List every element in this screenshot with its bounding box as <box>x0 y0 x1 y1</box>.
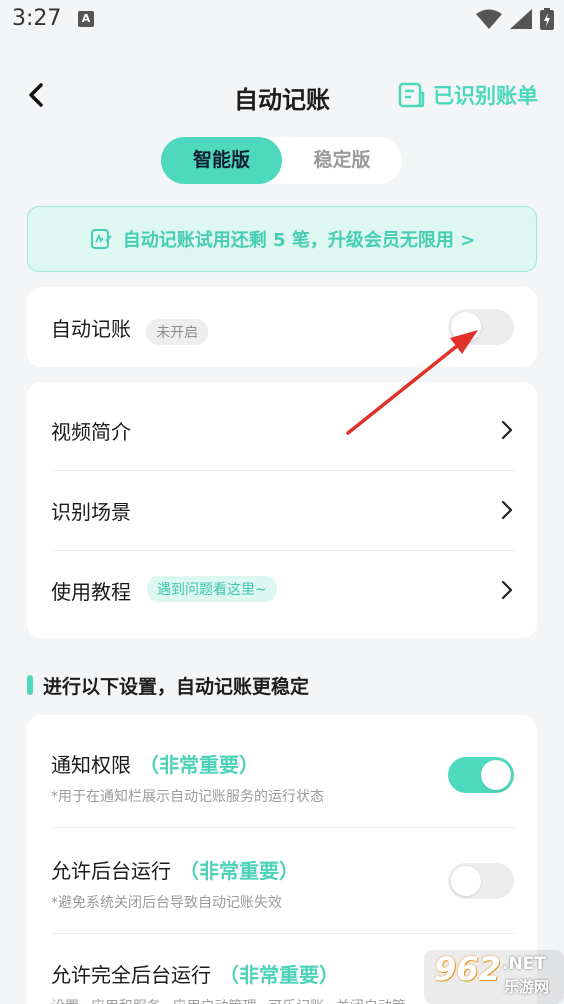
red-arrow-annotation <box>346 330 478 435</box>
watermark-suffix: .NET <box>502 954 546 974</box>
auto-bookkeeping-screen: 3:27 A 自动记账 已识别账单 智能版 稳定版 自动记账试用还剩 5 笔，升… <box>0 0 564 1004</box>
site-watermark: 962 .NET 乐游网 <box>424 946 564 1004</box>
watermark-sub: 乐游网 <box>504 978 550 996</box>
watermark-brand: 962 <box>434 950 501 988</box>
